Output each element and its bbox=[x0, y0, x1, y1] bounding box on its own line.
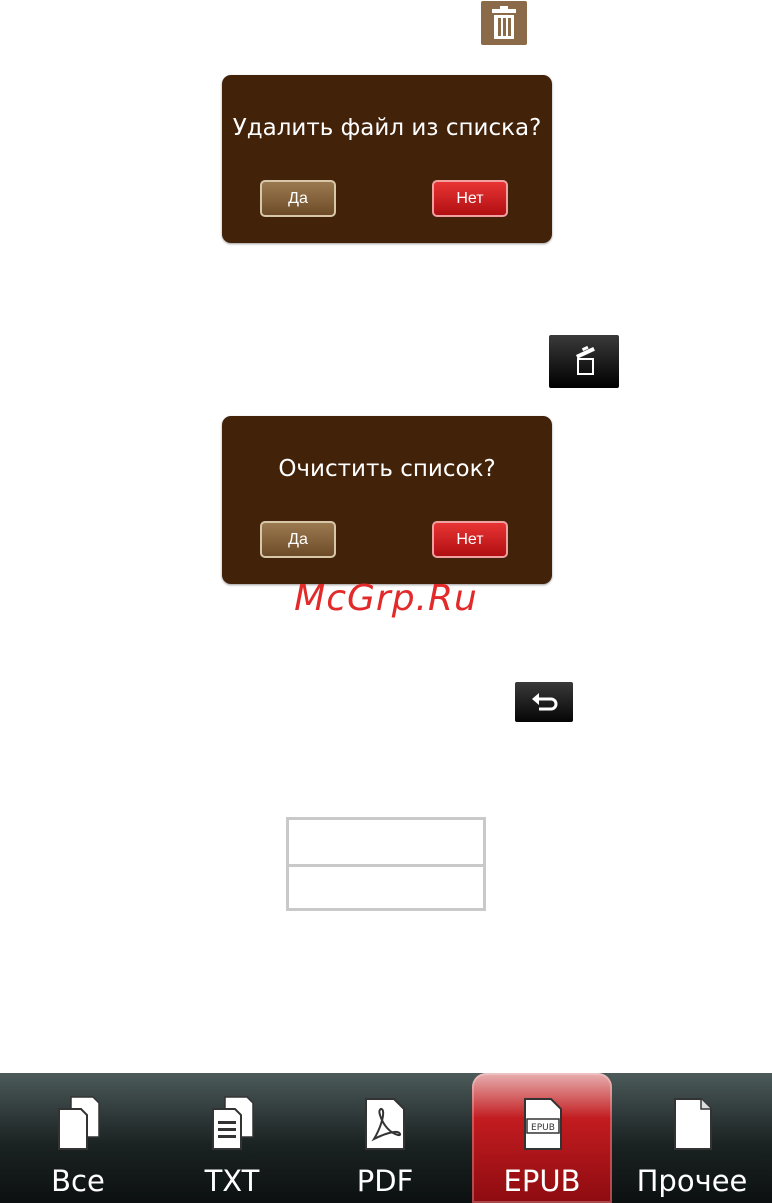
tab-epub[interactable]: EPUB EPUB bbox=[472, 1073, 612, 1203]
trash-icon[interactable] bbox=[481, 1, 527, 45]
clear-list-dialog: Очистить список? Да Нет bbox=[222, 416, 552, 584]
back-icon[interactable] bbox=[515, 682, 573, 722]
pdf-file-icon bbox=[365, 1098, 405, 1150]
dialog-title: Очистить список? bbox=[278, 456, 496, 482]
tab-label: Все bbox=[51, 1164, 105, 1198]
epub-badge: EPUB bbox=[531, 1123, 555, 1133]
no-button[interactable]: Нет bbox=[432, 521, 508, 558]
txt-file-icon bbox=[212, 1096, 254, 1150]
tab-label: TXT bbox=[204, 1164, 260, 1198]
other-file-icon bbox=[674, 1098, 712, 1150]
all-files-icon bbox=[58, 1096, 100, 1150]
tab-label: EPUB bbox=[503, 1164, 581, 1198]
delete-file-dialog: Удалить файл из списка? Да Нет bbox=[222, 75, 552, 243]
table-row bbox=[289, 820, 483, 864]
tab-pdf[interactable]: PDF bbox=[315, 1073, 455, 1203]
tab-all[interactable]: Все bbox=[8, 1073, 148, 1203]
clear-list-icon[interactable] bbox=[549, 335, 619, 388]
tab-txt[interactable]: TXT bbox=[162, 1073, 302, 1203]
no-button[interactable]: Нет bbox=[432, 180, 508, 217]
epub-file-icon: EPUB bbox=[524, 1098, 562, 1150]
empty-list-table bbox=[286, 817, 486, 911]
tab-other[interactable]: Прочее bbox=[622, 1073, 762, 1203]
watermark: McGrp.Ru bbox=[294, 578, 478, 619]
bottom-tab-bar: Все TXT PDF EPUB EPUB Прочее bbox=[0, 1073, 772, 1203]
yes-button[interactable]: Да bbox=[260, 180, 336, 217]
dialog-title: Удалить файл из списка? bbox=[232, 115, 542, 141]
tab-label: PDF bbox=[356, 1164, 414, 1198]
yes-button[interactable]: Да bbox=[260, 521, 336, 558]
tab-label: Прочее bbox=[636, 1164, 748, 1198]
table-row bbox=[289, 864, 483, 908]
